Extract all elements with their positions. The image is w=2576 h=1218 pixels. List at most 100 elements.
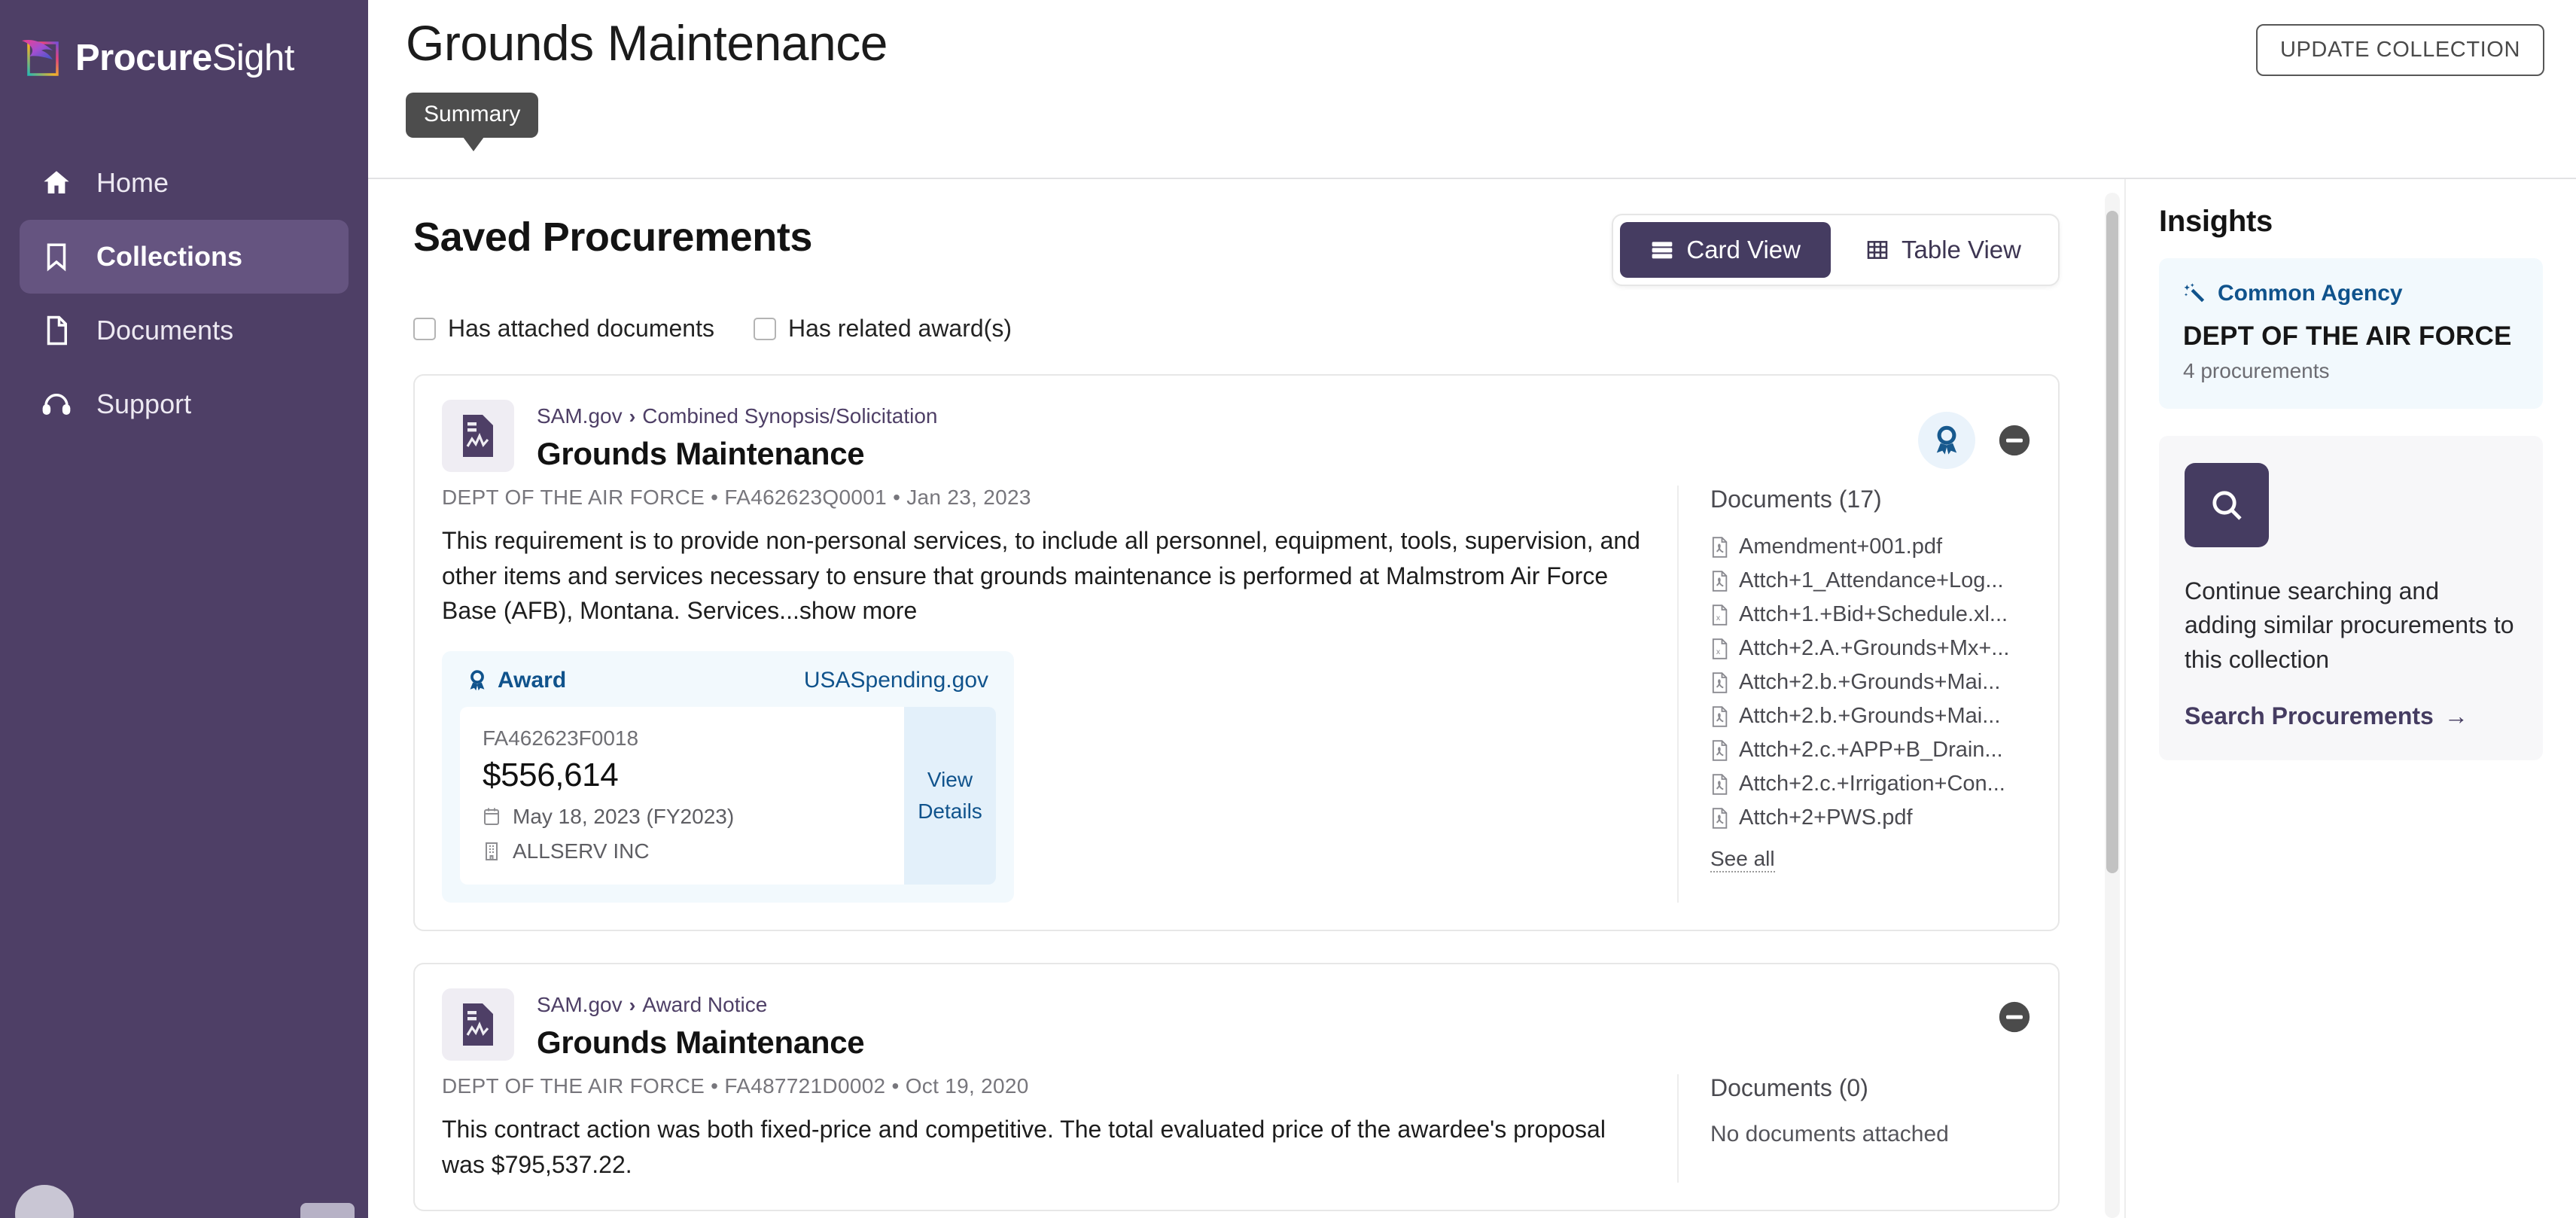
card-title[interactable]: Grounds Maintenance	[537, 1025, 1998, 1061]
document-item[interactable]: x Attch+2.A.+Grounds+Mx+...	[1710, 632, 2031, 665]
card-description: This contract action was both fixed-pric…	[442, 1116, 1606, 1178]
table-view-button[interactable]: Table View	[1835, 222, 2051, 278]
chevron-right-icon: ›	[629, 404, 636, 428]
award-source-link[interactable]: USASpending.gov	[804, 668, 988, 693]
magic-wand-icon	[2183, 282, 2206, 305]
procurement-card[interactable]: SAM.gov › Award Notice Grounds Maintenan…	[413, 963, 2060, 1211]
card-view-button[interactable]: Card View	[1620, 222, 1831, 278]
document-icon	[39, 313, 74, 348]
award-vendor-row: ALLSERV INC	[483, 839, 882, 863]
document-name: Attch+2.b.+Grounds+Mai...	[1739, 704, 2001, 728]
document-item[interactable]: Amendment+001.pdf	[1710, 530, 2031, 564]
document-name: Attch+2+PWS.pdf	[1739, 805, 1913, 830]
sidebar-item-label-home: Home	[96, 167, 169, 198]
sidebar-item-label-collections: Collections	[96, 241, 243, 272]
procurements-list-column: Saved Procurements Card View Table View …	[368, 179, 2105, 1218]
bookmark-icon	[39, 239, 74, 274]
card-actions	[1998, 988, 2031, 1034]
award-date-row: May 18, 2023 (FY2023)	[483, 805, 882, 829]
insights-title: Insights	[2159, 205, 2273, 238]
card-body: DEPT OF THE AIR FORCE • FA462623Q0001 • …	[415, 486, 2058, 930]
sidebar-item-label-support: Support	[96, 388, 192, 419]
pdf-file-icon	[1710, 671, 1728, 693]
filter-has-related-awards[interactable]: Has related award(s)	[753, 315, 1012, 343]
brand-name: ProcureSight	[75, 37, 294, 79]
card-header: SAM.gov › Combined Synopsis/Solicitation…	[415, 376, 2058, 486]
card-title[interactable]: Grounds Maintenance	[537, 436, 1918, 472]
sidebar-collapse-handle[interactable]	[300, 1203, 355, 1218]
checkbox-has-attached-documents[interactable]	[413, 317, 436, 340]
file-chart-icon	[459, 1003, 497, 1046]
summary-tooltip: Summary	[406, 93, 539, 138]
checkbox-has-related-awards[interactable]	[753, 317, 776, 340]
chevron-right-icon: ›	[629, 993, 636, 1016]
sidebar-item-documents[interactable]: Documents	[20, 294, 349, 367]
content-scrollbar[interactable]	[2105, 179, 2124, 1218]
table-view-icon	[1865, 238, 1889, 262]
card-view-label: Card View	[1686, 236, 1801, 263]
scrollbar-thumb[interactable]	[2106, 211, 2118, 873]
pdf-file-icon	[1710, 570, 1728, 592]
sidebar-item-support[interactable]: Support	[20, 367, 349, 441]
view-toggle-group: Card View Table View	[1612, 214, 2060, 286]
brand-logo[interactable]: ProcureSight	[0, 17, 368, 99]
breadcrumb-notice-type[interactable]: Combined Synopsis/Solicitation	[642, 404, 937, 428]
award-panel: Award USASpending.gov FA462623F0018 $556…	[442, 651, 1014, 903]
see-all-documents-link[interactable]: See all	[1710, 847, 1775, 872]
document-item[interactable]: Attch+2+PWS.pdf	[1710, 801, 2031, 835]
sidebar-item-label-documents: Documents	[96, 315, 234, 346]
pdf-file-icon	[1710, 739, 1728, 761]
pdf-file-icon	[1710, 807, 1728, 829]
pdf-file-icon	[1710, 705, 1728, 727]
insight-tag-label: Common Agency	[2218, 281, 2403, 306]
user-avatar[interactable]	[15, 1185, 74, 1218]
document-item[interactable]: Attch+2.c.+Irrigation+Con...	[1710, 767, 2031, 801]
documents-list: Amendment+001.pdf Attch+1_Attendance+Log…	[1710, 530, 2031, 835]
saved-procurements-header: Saved Procurements Card View Table View	[413, 214, 2060, 286]
scrollbar-track[interactable]	[2105, 193, 2120, 1218]
document-item[interactable]: Attch+2.c.+APP+B_Drain...	[1710, 733, 2031, 767]
sidebar-item-collections[interactable]: Collections	[20, 220, 349, 294]
filter-label-has-attached-documents: Has attached documents	[448, 315, 714, 342]
document-item[interactable]: Attch+2.b.+Grounds+Mai...	[1710, 665, 2031, 699]
card-description: This requirement is to provide non-perso…	[442, 523, 1652, 629]
award-label-group: Award	[467, 668, 566, 693]
view-details-button[interactable]: View Details	[904, 707, 996, 885]
remove-from-collection-button[interactable]	[1998, 1000, 2031, 1034]
award-id: FA462623F0018	[483, 726, 639, 751]
table-view-label: Table View	[1902, 236, 2021, 263]
document-name: Attch+2.c.+APP+B_Drain...	[1739, 738, 2003, 762]
svg-text:x: x	[1716, 614, 1721, 623]
insight-agency-count: 4 procurements	[2183, 359, 2330, 382]
breadcrumb-source[interactable]: SAM.gov	[537, 993, 623, 1017]
document-item[interactable]: x Attch+1.+Bid+Schedule.xl...	[1710, 598, 2031, 632]
search-icon	[2209, 487, 2245, 523]
document-item[interactable]: Attch+1_Attendance+Log...	[1710, 564, 2031, 598]
award-details-block: FA462623F0018 $556,614 May 18, 2023 (FY2…	[460, 707, 904, 885]
documents-heading: Documents (17)	[1710, 486, 1882, 513]
card-meta: DEPT OF THE AIR FORCE • FA487721D0002 • …	[442, 1074, 1029, 1098]
filter-has-attached-documents[interactable]: Has attached documents	[413, 315, 714, 343]
procuresight-bird-icon	[20, 36, 69, 80]
document-item[interactable]: Attch+2.b.+Grounds+Mai...	[1710, 699, 2031, 733]
brand-name-bold: Procure	[75, 38, 212, 78]
brand-name-light: Sight	[212, 38, 295, 78]
insights-panel: Insights Common Agency DEPT OF THE AIR F…	[2124, 179, 2576, 1218]
insight-agency-value: DEPT OF THE AIR FORCE	[2183, 321, 2512, 351]
update-collection-button[interactable]: UPDATE COLLECTION	[2255, 24, 2544, 76]
award-content: FA462623F0018 $556,614 May 18, 2023 (FY2…	[460, 707, 996, 885]
summary-tooltip-wrapper: Summary	[406, 93, 539, 138]
file-chart-icon	[459, 415, 497, 457]
card-documents-panel: Documents (17) Amendment+001.pdf Attch+1…	[1677, 486, 2031, 903]
award-ribbon-icon[interactable]	[1918, 412, 1975, 469]
insight-common-agency-card[interactable]: Common Agency DEPT OF THE AIR FORCE 4 pr…	[2159, 258, 2543, 409]
sidebar-item-home[interactable]: Home	[20, 146, 349, 220]
remove-from-collection-button[interactable]	[1998, 424, 2031, 457]
breadcrumb-source[interactable]: SAM.gov	[537, 404, 623, 428]
card-meta: DEPT OF THE AIR FORCE • FA462623Q0001 • …	[442, 486, 1031, 509]
card-actions	[1918, 400, 2031, 469]
show-more-link[interactable]: show more	[799, 597, 918, 624]
search-procurements-link[interactable]: Search Procurements →	[2185, 702, 2517, 730]
breadcrumb-notice-type[interactable]: Award Notice	[642, 993, 767, 1017]
procurement-card[interactable]: SAM.gov › Combined Synopsis/Solicitation…	[413, 374, 2060, 932]
